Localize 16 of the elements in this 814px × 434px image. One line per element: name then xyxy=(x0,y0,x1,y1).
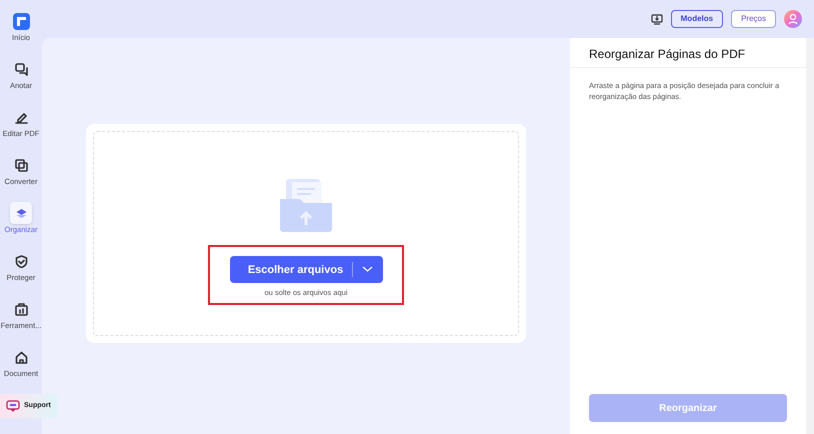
chevron-down-icon xyxy=(362,266,373,272)
panel-title: Reorganizar Páginas do PDF xyxy=(589,47,746,61)
chat-icon xyxy=(6,400,20,412)
chat-bubbles-icon xyxy=(14,62,28,76)
layers-icon xyxy=(14,206,28,220)
pen-icon xyxy=(14,110,28,124)
toolbox-icon xyxy=(14,302,28,316)
avatar-icon[interactable] xyxy=(784,10,802,28)
download-monitor-icon[interactable] xyxy=(650,14,663,24)
folder-upload-icon xyxy=(278,176,334,234)
header-button[interactable]: Preços xyxy=(731,10,776,28)
header-button[interactable]: Modelos xyxy=(670,10,724,28)
home-icon xyxy=(14,350,28,364)
shield-icon xyxy=(14,254,28,268)
logo-icon xyxy=(12,12,30,30)
convert-icon xyxy=(14,158,28,172)
